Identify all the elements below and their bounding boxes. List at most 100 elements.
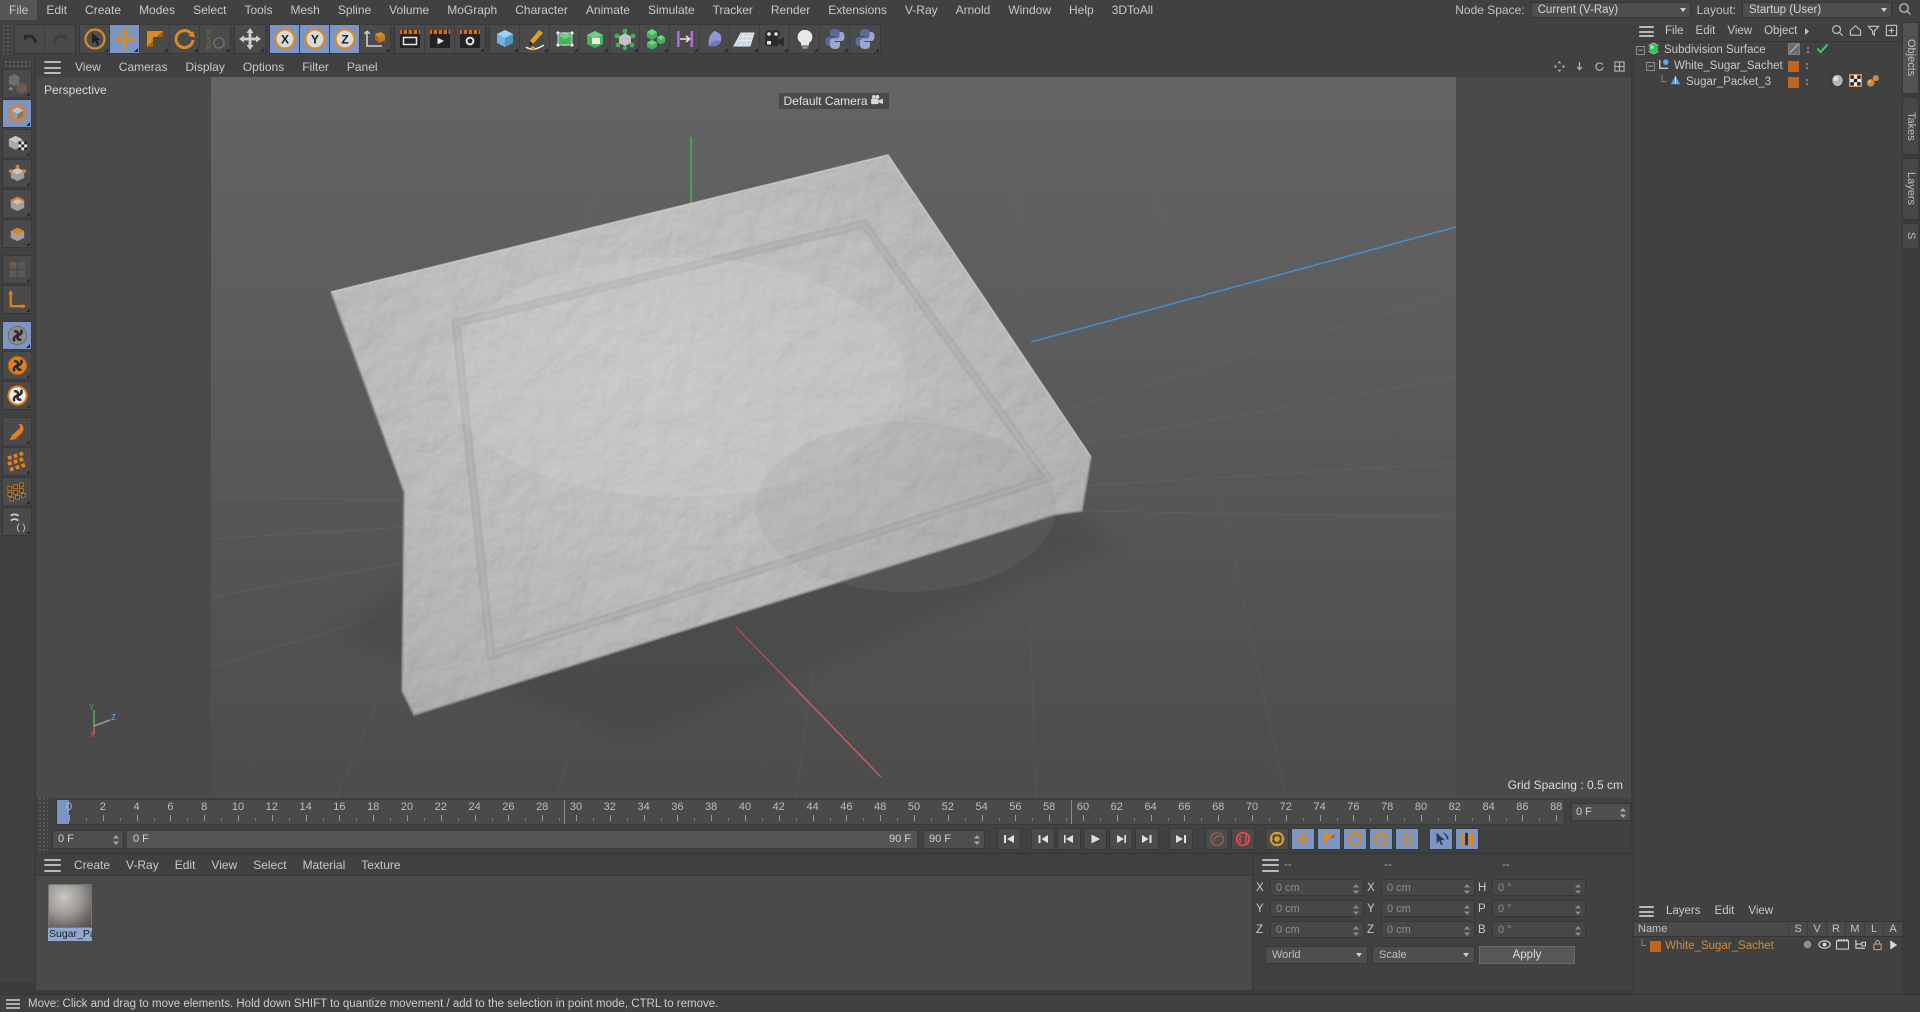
menu-item-file[interactable]: File bbox=[0, 0, 38, 20]
object-layer-color-swatch[interactable] bbox=[1788, 60, 1799, 72]
layer-visible-eye-icon[interactable] bbox=[1818, 939, 1831, 953]
menu-item-3dtoall[interactable]: 3DToAll bbox=[1103, 0, 1162, 20]
object-dots-icon[interactable] bbox=[1804, 63, 1810, 69]
animation-mode-button[interactable] bbox=[1429, 828, 1453, 850]
object-home-icon[interactable] bbox=[1849, 24, 1862, 40]
object-row-white-sugar-sachet[interactable]: − White_Sugar_Sachet bbox=[1634, 58, 1902, 74]
uv-mode-button[interactable] bbox=[2, 255, 32, 284]
coordinates-hamburger-icon[interactable] bbox=[1262, 858, 1279, 872]
apply-button[interactable]: Apply bbox=[1479, 946, 1575, 964]
object-add-icon[interactable] bbox=[1885, 24, 1898, 40]
menu-item-animate[interactable]: Animate bbox=[577, 0, 639, 20]
viewport-menu-view[interactable]: View bbox=[66, 58, 110, 77]
object-enabled-check-icon[interactable] bbox=[1816, 43, 1829, 57]
menu-item-render[interactable]: Render bbox=[762, 0, 819, 20]
viewport-maximize-icon[interactable] bbox=[1614, 60, 1625, 75]
texture-mode-button[interactable] bbox=[2, 129, 32, 158]
workplane-button[interactable] bbox=[2, 417, 32, 446]
object-row-subdivision-surface[interactable]: − Subdivision Surface bbox=[1634, 42, 1902, 58]
tab-layers[interactable]: Layers bbox=[1902, 158, 1919, 220]
material-menu-view[interactable]: View bbox=[203, 855, 245, 875]
axis-modify-button[interactable] bbox=[2, 285, 32, 314]
search-icon[interactable] bbox=[1898, 2, 1912, 19]
menu-item-help[interactable]: Help bbox=[1060, 0, 1103, 20]
phong-tag-icon[interactable] bbox=[1866, 74, 1880, 90]
scale-tool-button[interactable] bbox=[140, 25, 170, 53]
layer-lock-icon[interactable] bbox=[1872, 939, 1883, 954]
viewport-menu-options[interactable]: Options bbox=[234, 58, 293, 77]
layer-solo-icon[interactable] bbox=[1802, 939, 1813, 953]
menu-item-modes[interactable]: Modes bbox=[130, 0, 184, 20]
object-menu-edit[interactable]: Edit bbox=[1690, 22, 1722, 41]
add-bend-deformer-button[interactable] bbox=[580, 25, 610, 53]
layer-manager-icon[interactable] bbox=[1854, 939, 1867, 953]
spinner-icon[interactable] bbox=[973, 834, 981, 846]
layer-menu-layers[interactable]: Layers bbox=[1659, 902, 1708, 921]
object-visibility-tag[interactable] bbox=[1788, 42, 1800, 58]
move-duplicate-button[interactable] bbox=[235, 25, 265, 53]
object-menu-more-icon[interactable] bbox=[1803, 25, 1811, 39]
spinner-icon[interactable] bbox=[1574, 904, 1582, 916]
spinner-icon[interactable] bbox=[1574, 925, 1582, 937]
layer-hamburger-icon[interactable] bbox=[1639, 906, 1654, 917]
spinner-icon[interactable] bbox=[1463, 925, 1471, 937]
add-camera-button[interactable] bbox=[760, 25, 790, 53]
add-field-button[interactable] bbox=[700, 25, 730, 53]
layer-menu-view[interactable]: View bbox=[1741, 902, 1780, 921]
object-filter-icon[interactable] bbox=[1867, 24, 1880, 40]
material-hamburger-icon[interactable] bbox=[44, 858, 61, 872]
size-y-field[interactable]: 0 cm bbox=[1381, 900, 1475, 917]
menu-item-spline[interactable]: Spline bbox=[329, 0, 380, 20]
quantize-button[interactable] bbox=[2, 381, 32, 410]
menu-item-character[interactable]: Character bbox=[506, 0, 577, 20]
spinner-icon[interactable] bbox=[1619, 807, 1627, 819]
timeline-drag-handle[interactable] bbox=[38, 797, 48, 827]
material-manager-body[interactable]: Sugar_Pa bbox=[36, 875, 1252, 990]
viewport-menu-display[interactable]: Display bbox=[176, 58, 233, 77]
lock-x-axis-button[interactable]: X bbox=[270, 25, 300, 53]
timeline-ruler[interactable]: 0 2 4 6 8 10 12 14 16 18 20 22 24 26 28 30 32 34 36 38 40 42 4… bbox=[56, 799, 1565, 825]
toolbar-drag-handle[interactable] bbox=[2, 24, 12, 54]
layer-color-swatch[interactable] bbox=[1650, 940, 1662, 952]
spinner-icon[interactable] bbox=[1463, 904, 1471, 916]
timeline-right-frame-field[interactable]: 0 F bbox=[1571, 803, 1631, 821]
redo-button[interactable] bbox=[45, 25, 75, 53]
param-key-button[interactable]: P bbox=[1369, 828, 1393, 850]
menu-item-simulate[interactable]: Simulate bbox=[639, 0, 704, 20]
workplane-grid-button[interactable] bbox=[2, 477, 32, 506]
viewport-menu-cameras[interactable]: Cameras bbox=[110, 58, 177, 77]
viewport-zoom-icon[interactable] bbox=[1574, 61, 1585, 75]
menu-item-tracker[interactable]: Tracker bbox=[704, 0, 762, 20]
material-menu-texture[interactable]: Texture bbox=[353, 855, 408, 875]
render-to-picture-viewer-button[interactable] bbox=[425, 25, 455, 53]
planar-workplane-button[interactable]: ( ) bbox=[2, 507, 32, 536]
object-manager-hamburger-icon[interactable] bbox=[1639, 26, 1654, 37]
layer-menu-edit[interactable]: Edit bbox=[1708, 902, 1742, 921]
pos-x-field[interactable]: 0 cm bbox=[1270, 879, 1364, 896]
psr-button[interactable]: PSR bbox=[200, 25, 230, 53]
object-menu-object[interactable]: Object bbox=[1758, 22, 1803, 41]
viewport-hamburger-icon[interactable] bbox=[44, 61, 61, 74]
menu-item-tools[interactable]: Tools bbox=[235, 0, 281, 20]
enable-snapping-button[interactable] bbox=[2, 321, 32, 350]
object-tree[interactable]: − Subdivision Surface − White_Sugar_Sach… bbox=[1634, 41, 1902, 644]
spinner-icon[interactable] bbox=[112, 834, 120, 846]
expander-icon[interactable]: − bbox=[1636, 45, 1645, 55]
scale-key-button[interactable] bbox=[1317, 828, 1341, 850]
menu-item-edit[interactable]: Edit bbox=[37, 0, 76, 20]
node-space-dropdown[interactable]: Current (V-Ray) bbox=[1530, 2, 1691, 18]
rotate-tool-button[interactable] bbox=[170, 25, 200, 53]
viewport-3d-canvas[interactable]: Perspective Default Camera Grid Spacing … bbox=[36, 77, 1631, 798]
edge-mode-button[interactable] bbox=[2, 189, 32, 218]
polygon-mode-button[interactable] bbox=[2, 219, 32, 248]
world-object-coord-button[interactable] bbox=[360, 25, 390, 53]
lock-z-axis-button[interactable]: Z bbox=[330, 25, 360, 53]
add-spline-button[interactable] bbox=[520, 25, 550, 53]
menu-item-volume[interactable]: Volume bbox=[380, 0, 438, 20]
status-hamburger-icon[interactable] bbox=[6, 998, 20, 1009]
object-menu-file[interactable]: File bbox=[1659, 22, 1690, 41]
menu-item-vray[interactable]: V-Ray bbox=[896, 0, 947, 20]
size-x-field[interactable]: 0 cm bbox=[1381, 879, 1475, 896]
menu-item-window[interactable]: Window bbox=[999, 0, 1060, 20]
object-dots-icon[interactable] bbox=[1805, 47, 1811, 53]
